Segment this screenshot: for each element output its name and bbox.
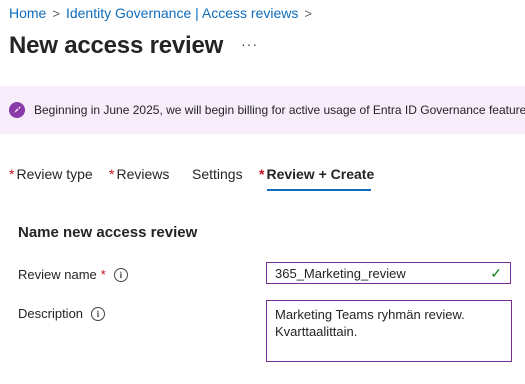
- review-name-input[interactable]: 365_Marketing_review ✓: [266, 262, 511, 284]
- tab-label: Review type: [16, 166, 93, 182]
- description-label: Description i: [18, 306, 106, 321]
- breadcrumb-access-reviews[interactable]: Identity Governance | Access reviews: [66, 5, 298, 21]
- required-marker: *: [259, 166, 265, 182]
- rocket-icon: [9, 102, 25, 118]
- more-options-button[interactable]: ···: [241, 36, 258, 52]
- section-title: Name new access review: [18, 224, 198, 241]
- tab-label: Review + Create: [266, 166, 375, 182]
- page-title: New access review: [9, 32, 224, 59]
- required-marker: *: [109, 166, 115, 182]
- active-tab-indicator: [267, 189, 371, 191]
- info-icon[interactable]: i: [91, 306, 106, 321]
- chevron-right-icon: >: [304, 5, 312, 21]
- tab-reviews[interactable]: * Reviews: [109, 166, 169, 182]
- review-name-label: Review name * i: [18, 267, 128, 282]
- description-textarea[interactable]: Marketing Teams ryhmän review. Kvarttaal…: [266, 300, 512, 362]
- required-marker: *: [9, 166, 15, 182]
- billing-banner: Beginning in June 2025, we will begin bi…: [0, 86, 525, 134]
- info-icon[interactable]: i: [113, 267, 128, 282]
- wizard-tabs: * Review type * Reviews Settings * Review +…: [0, 160, 525, 192]
- tab-label: Settings: [192, 166, 243, 182]
- check-icon: ✓: [490, 264, 502, 281]
- review-name-value: 365_Marketing_review: [275, 265, 406, 281]
- breadcrumb-home[interactable]: Home: [9, 5, 46, 21]
- chevron-right-icon: >: [52, 5, 60, 21]
- tab-settings[interactable]: Settings: [192, 166, 243, 182]
- required-marker: *: [100, 267, 106, 282]
- breadcrumb: Home > Identity Governance | Access revi…: [9, 5, 318, 21]
- banner-text: Beginning in June 2025, we will begin bi…: [34, 103, 525, 117]
- tab-label: Reviews: [116, 166, 170, 182]
- tab-review-create[interactable]: * Review + Create: [259, 166, 374, 182]
- tab-review-type[interactable]: * Review type: [9, 166, 93, 182]
